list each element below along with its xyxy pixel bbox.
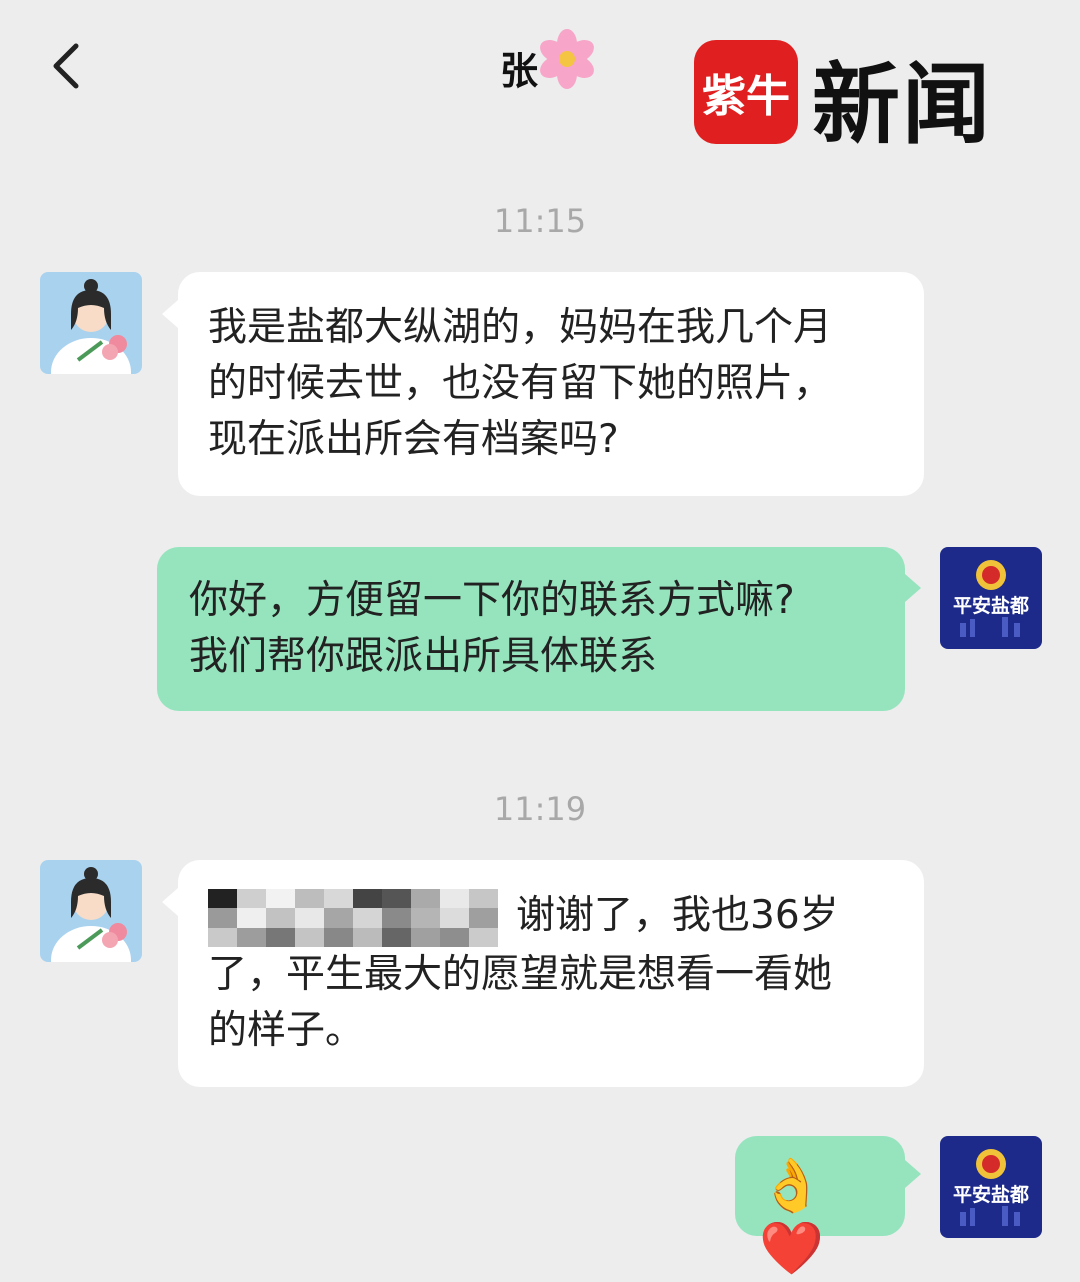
- message-text-line: 谢谢了，我也36岁: [208, 888, 894, 947]
- watermark-text: 新闻: [812, 52, 993, 156]
- police-avatar-label: 平安盐都: [952, 595, 1029, 617]
- message-text-line: 现在派出所会有档案吗?: [208, 417, 619, 462]
- message-text-fragment: 谢谢了，我也36岁: [516, 893, 839, 938]
- outgoing-message-bubble[interactable]: 你好，方便留一下你的联系方式嘛? 我们帮你跟派出所具体联系: [157, 547, 905, 711]
- timestamp: 11:15: [493, 202, 587, 240]
- bubble-tail: [905, 574, 921, 602]
- police-avatar-label: 平安盐都: [952, 1184, 1029, 1206]
- ziniu-news-watermark: 紫牛 新闻: [694, 38, 1054, 156]
- ziniu-logo: 紫牛: [694, 40, 798, 144]
- message-text-line: 你好，方便留一下你的联系方式嘛?: [189, 578, 795, 623]
- outgoing-emoji-bubble[interactable]: 👌❤️: [735, 1136, 905, 1279]
- pixelated-redaction: [208, 888, 498, 947]
- police-avatar[interactable]: 平安盐都: [940, 547, 1042, 649]
- message-text-line: 我们帮你跟派出所具体联系: [189, 634, 658, 679]
- flower-emoji-icon: [540, 29, 594, 89]
- message-text-line: 的时候去世，也没有留下她的照片，: [208, 361, 833, 406]
- bubble-tail: [162, 888, 178, 916]
- chat-header: 张 紫牛 新闻: [0, 0, 1080, 170]
- message-text-line: 我是盐都大纵湖的，妈妈在我几个月: [208, 305, 833, 350]
- user-avatar[interactable]: [40, 860, 142, 962]
- contact-name[interactable]: 张: [500, 40, 539, 95]
- message-text-line: 了，平生最大的愿望就是想看一看她: [208, 951, 833, 997]
- timestamp: 11:19: [493, 790, 587, 828]
- ok-hand-heart-emoji: 👌❤️: [759, 1156, 824, 1279]
- message-text-line: 的样子。: [208, 1007, 365, 1053]
- back-arrow-icon[interactable]: [40, 36, 100, 96]
- incoming-message-bubble[interactable]: 谢谢了，我也36岁 了，平生最大的愿望就是想看一看她 的样子。: [178, 860, 924, 1087]
- bubble-tail: [905, 1160, 921, 1188]
- user-avatar[interactable]: [40, 272, 142, 374]
- police-avatar[interactable]: 平安盐都: [940, 1136, 1042, 1238]
- incoming-message-bubble[interactable]: 我是盐都大纵湖的，妈妈在我几个月 的时候去世，也没有留下她的照片， 现在派出所会…: [178, 272, 924, 496]
- bubble-tail: [162, 300, 178, 328]
